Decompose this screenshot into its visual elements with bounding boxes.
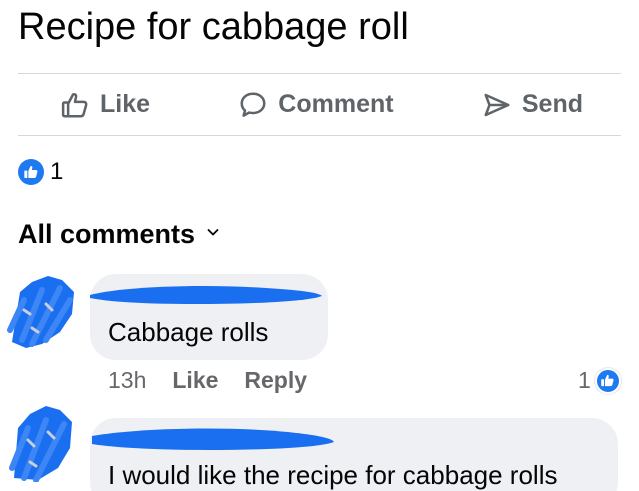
comment-text: Cabbage rolls	[108, 317, 269, 347]
like-reaction-icon	[18, 159, 44, 185]
avatar[interactable]	[2, 270, 80, 350]
chevron-down-icon	[205, 224, 221, 245]
comment-reactions[interactable]: 1	[578, 367, 621, 394]
comment-button-label: Comment	[278, 90, 394, 118]
all-comments-label: All comments	[18, 219, 196, 249]
redacted-author-name	[86, 282, 326, 313]
post-text: Recipe for cabbage roll	[18, 6, 409, 48]
reaction-count: 1	[50, 158, 64, 185]
comment-meta: 13h Like Reply	[108, 367, 307, 394]
divider-bottom	[18, 135, 621, 136]
send-button[interactable]: Send	[482, 90, 583, 120]
post-action-bar: Like Comment Send	[18, 74, 621, 135]
reaction-summary[interactable]: 1	[18, 158, 63, 186]
avatar[interactable]	[2, 402, 80, 483]
all-comments-filter[interactable]: All comments	[18, 219, 221, 250]
comment-text: I would like the recipe for cabbage roll…	[108, 460, 558, 490]
like-button-label: Like	[100, 90, 151, 118]
thumbs-up-icon	[60, 90, 90, 120]
paper-plane-icon	[482, 90, 512, 120]
comment-timestamp: 13h	[108, 367, 147, 393]
like-reaction-icon	[594, 367, 621, 394]
comment-like-link[interactable]: Like	[172, 367, 218, 394]
comment-button[interactable]: Comment	[238, 90, 394, 120]
send-button-label: Send	[521, 90, 583, 118]
like-button[interactable]: Like	[60, 90, 150, 120]
comment-reply-link[interactable]: Reply	[244, 367, 307, 394]
comment-reaction-count: 1	[578, 367, 591, 393]
speech-bubble-icon	[238, 90, 268, 120]
redacted-author-name	[88, 424, 338, 459]
